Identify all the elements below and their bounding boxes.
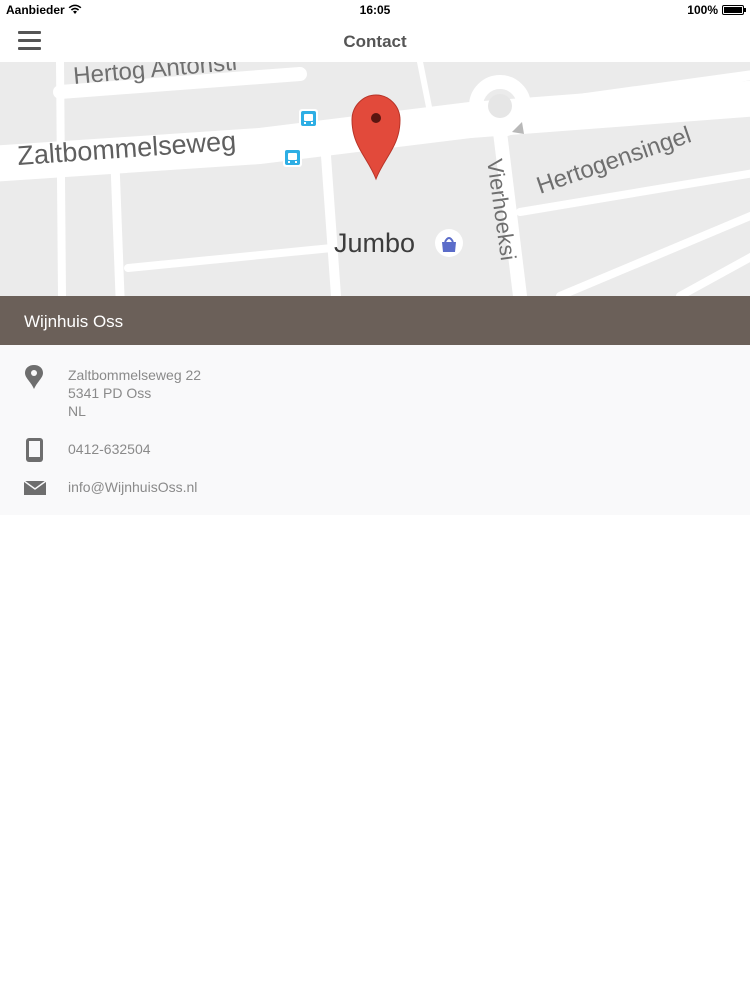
battery-percentage: 100%: [687, 3, 718, 17]
address-text: Zaltbommelseweg 22 5341 PD Oss NL: [68, 366, 201, 420]
phone-icon: [25, 437, 45, 468]
status-bar: Aanbieder 16:05 100%: [0, 0, 750, 20]
bus-stop-icon[interactable]: [299, 109, 318, 128]
email-icon: [23, 479, 47, 502]
email-row[interactable]: info@WijnhuisOss.nl: [0, 475, 750, 503]
place-header: Wijnhuis Oss: [0, 296, 750, 345]
address-postcode-city: 5341 PD Oss: [68, 385, 152, 401]
phone-row[interactable]: 0412-632504: [0, 435, 750, 465]
location-map[interactable]: Hertog Antonstr Zaltbommelseweg Hertogen…: [0, 62, 750, 296]
battery-icon: [722, 5, 746, 15]
navigation-bar: Contact: [0, 20, 750, 62]
address-street: Zaltbommelseweg 22: [68, 367, 202, 383]
address-row[interactable]: Zaltbommelseweg 22 5341 PD Oss NL: [0, 363, 750, 423]
map-poi-label: Jumbo: [334, 228, 415, 258]
contact-details: Zaltbommelseweg 22 5341 PD Oss NL 0412-6…: [0, 345, 750, 515]
place-name: Wijnhuis Oss: [24, 312, 124, 331]
page-title: Contact: [343, 32, 407, 51]
shopping-bag-icon[interactable]: [435, 229, 463, 257]
bus-stop-icon[interactable]: [283, 148, 302, 167]
address-country: NL: [68, 403, 86, 419]
email-address[interactable]: info@WijnhuisOss.nl: [68, 478, 197, 496]
clock: 16:05: [359, 3, 391, 17]
phone-number[interactable]: 0412-632504: [68, 440, 151, 458]
location-pin-icon: [22, 364, 46, 395]
